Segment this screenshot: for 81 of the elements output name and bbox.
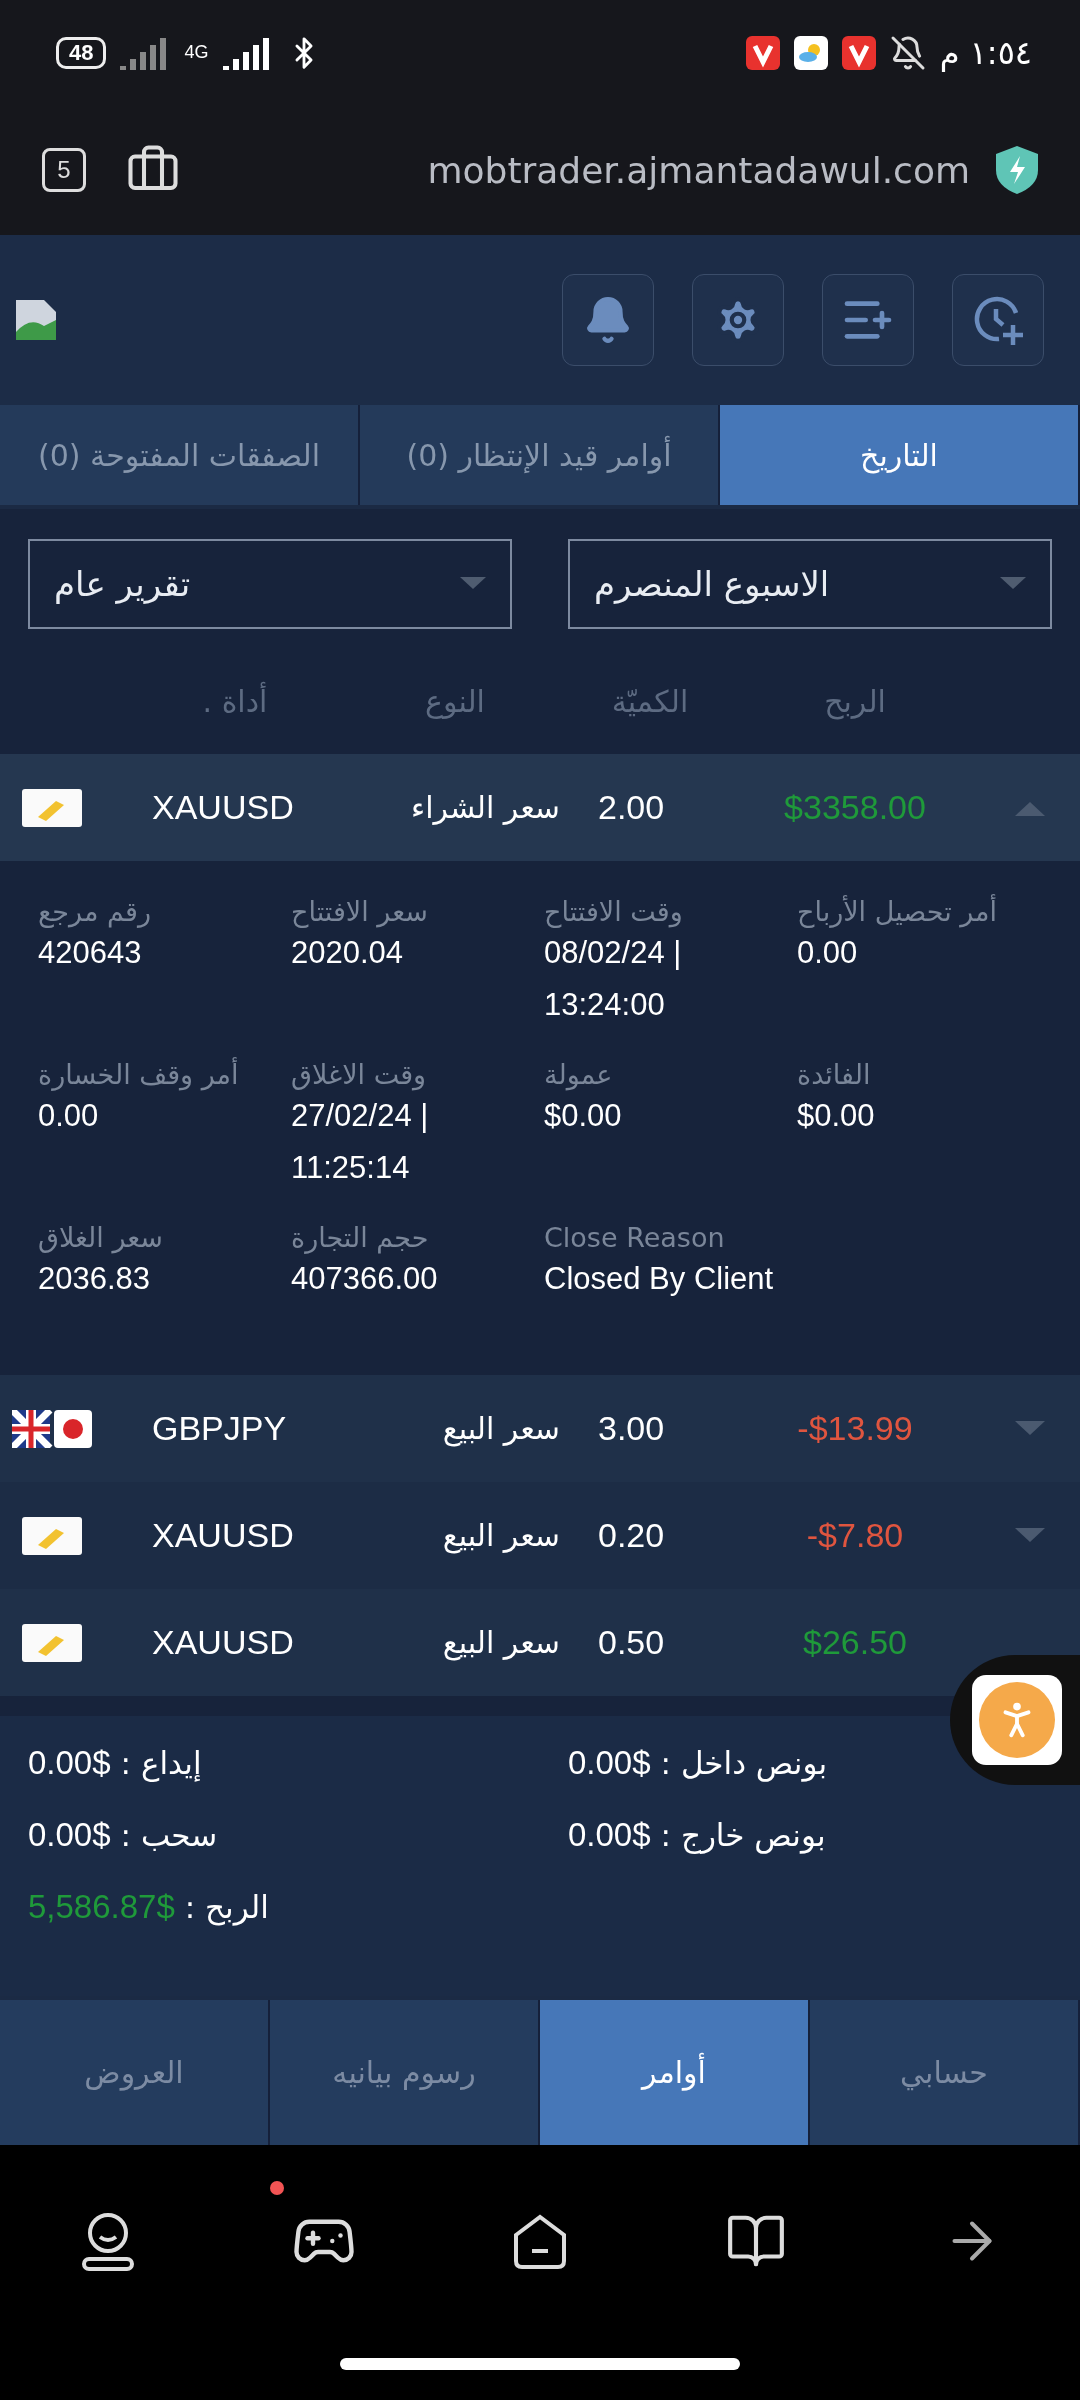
summary-label: إيداع :	[120, 1745, 202, 1781]
detail-value: 407366.00	[291, 1260, 439, 1298]
caret-icon	[460, 577, 486, 591]
order-type: سعر البيع	[442, 1518, 561, 1553]
detail-value: 0.00	[38, 1097, 100, 1135]
symbol-text: GBPJPY	[151, 1409, 287, 1448]
detail-value: $0.00	[797, 1097, 876, 1135]
tab[interactable]: التاريخ	[720, 405, 1080, 505]
ingot-icon	[22, 788, 82, 827]
detail-label: رقم مرجع	[38, 896, 152, 927]
add-list-button[interactable]	[822, 274, 914, 366]
weather-icon	[793, 35, 828, 70]
app-logo-icon	[745, 35, 780, 70]
detail-label: أمر وقف الخسارة	[38, 1059, 240, 1090]
flags-icon	[12, 1409, 92, 1448]
shield-icon	[994, 144, 1040, 196]
detail-label: وقت الافتتاح	[544, 896, 684, 927]
detail-value: 420643	[38, 934, 143, 972]
profit-text: $3358.00	[784, 788, 926, 827]
settings-button[interactable]	[692, 274, 784, 366]
column-header: الكميّة	[611, 684, 689, 719]
add-alarm-button[interactable]	[952, 274, 1044, 366]
detail-value: Closed By Client	[544, 1260, 774, 1298]
order-type: سعر الشراء	[411, 790, 561, 825]
symbol-text: XAUUSD	[151, 1516, 294, 1555]
detail-label: سعر الغلاق	[38, 1222, 164, 1253]
summary-label: بونص خارج :	[660, 1817, 826, 1853]
notifications-button[interactable]	[562, 274, 654, 366]
broken-image-icon	[14, 298, 58, 342]
clock-time: ١:٥٤ م	[939, 33, 1032, 72]
summary-value: 0.00$	[28, 1816, 111, 1854]
detail-label: سعر الافتتاح	[291, 896, 429, 927]
profit-text: -$13.99	[797, 1409, 913, 1448]
bell-off-icon	[889, 34, 926, 71]
summary-label: بونص داخل :	[660, 1745, 828, 1781]
quantity-text: 0.20	[597, 1516, 665, 1555]
detail-value: 27/02/24 | 11:25:14	[291, 1097, 430, 1187]
url-text[interactable]: mobtrader.ajmantadawul.com	[427, 149, 970, 191]
detail-value: $0.00	[544, 1097, 623, 1135]
detail-value: 2020.04	[291, 934, 405, 972]
detail-label: الفائدة	[797, 1059, 872, 1090]
profile-icon	[80, 2211, 136, 2271]
detail-label: عمولة	[544, 1059, 614, 1090]
symbol-text: XAUUSD	[151, 788, 294, 827]
quantity-text: 3.00	[597, 1409, 665, 1448]
profit-text: $26.50	[803, 1623, 907, 1662]
detail-value: 0.00	[797, 934, 859, 972]
column-header: الربح	[824, 684, 886, 719]
ingot-icon	[22, 1623, 82, 1662]
symbol-text: XAUUSD	[151, 1623, 294, 1662]
detail-value: 08/02/24 | 13:24:00	[544, 934, 683, 1024]
caret-icon[interactable]	[1015, 1527, 1045, 1544]
summary-value: 5,586.87$	[28, 1888, 175, 1926]
accessibility-button[interactable]	[972, 1675, 1062, 1765]
tab-count[interactable]: 5	[42, 148, 86, 192]
tab[interactable]: أوامر قيد الإنتظار (0)	[360, 405, 720, 505]
column-header: النوع	[425, 684, 485, 719]
summary-value: 0.00$	[28, 1744, 111, 1782]
order-type: سعر البيع	[442, 1411, 561, 1446]
profit-text: -$7.80	[806, 1516, 904, 1555]
detail-label: وقت الاغلاق	[291, 1059, 428, 1090]
detail-label: Close Reason	[544, 1222, 726, 1253]
summary-label: سحب :	[120, 1817, 218, 1853]
dropdown[interactable]: الاسبوع المنصرم	[568, 539, 1052, 629]
detail-label: حجم التجارة	[291, 1222, 430, 1253]
network-type: 4G	[184, 42, 209, 63]
caret-icon	[1000, 577, 1026, 591]
app-logo-icon	[841, 35, 876, 70]
order-type: سعر البيع	[442, 1625, 561, 1660]
detail-label: أمر تحصيل الأرباح	[797, 896, 999, 927]
ingot-icon	[22, 1516, 82, 1555]
summary-label: الربح :	[184, 1889, 269, 1925]
quantity-text: 2.00	[597, 788, 665, 827]
bottom-tab[interactable]: أوامر	[540, 2000, 810, 2145]
tab[interactable]: الصفقات المفتوحة (0)	[0, 405, 360, 505]
summary-value: 0.00$	[568, 1816, 651, 1854]
battery-level: 48	[56, 36, 107, 69]
quantity-text: 0.50	[597, 1623, 665, 1662]
detail-value: 2036.83	[38, 1260, 152, 1298]
dropdown[interactable]: تقرير عام	[28, 539, 512, 629]
summary-value: 0.00$	[568, 1744, 651, 1782]
